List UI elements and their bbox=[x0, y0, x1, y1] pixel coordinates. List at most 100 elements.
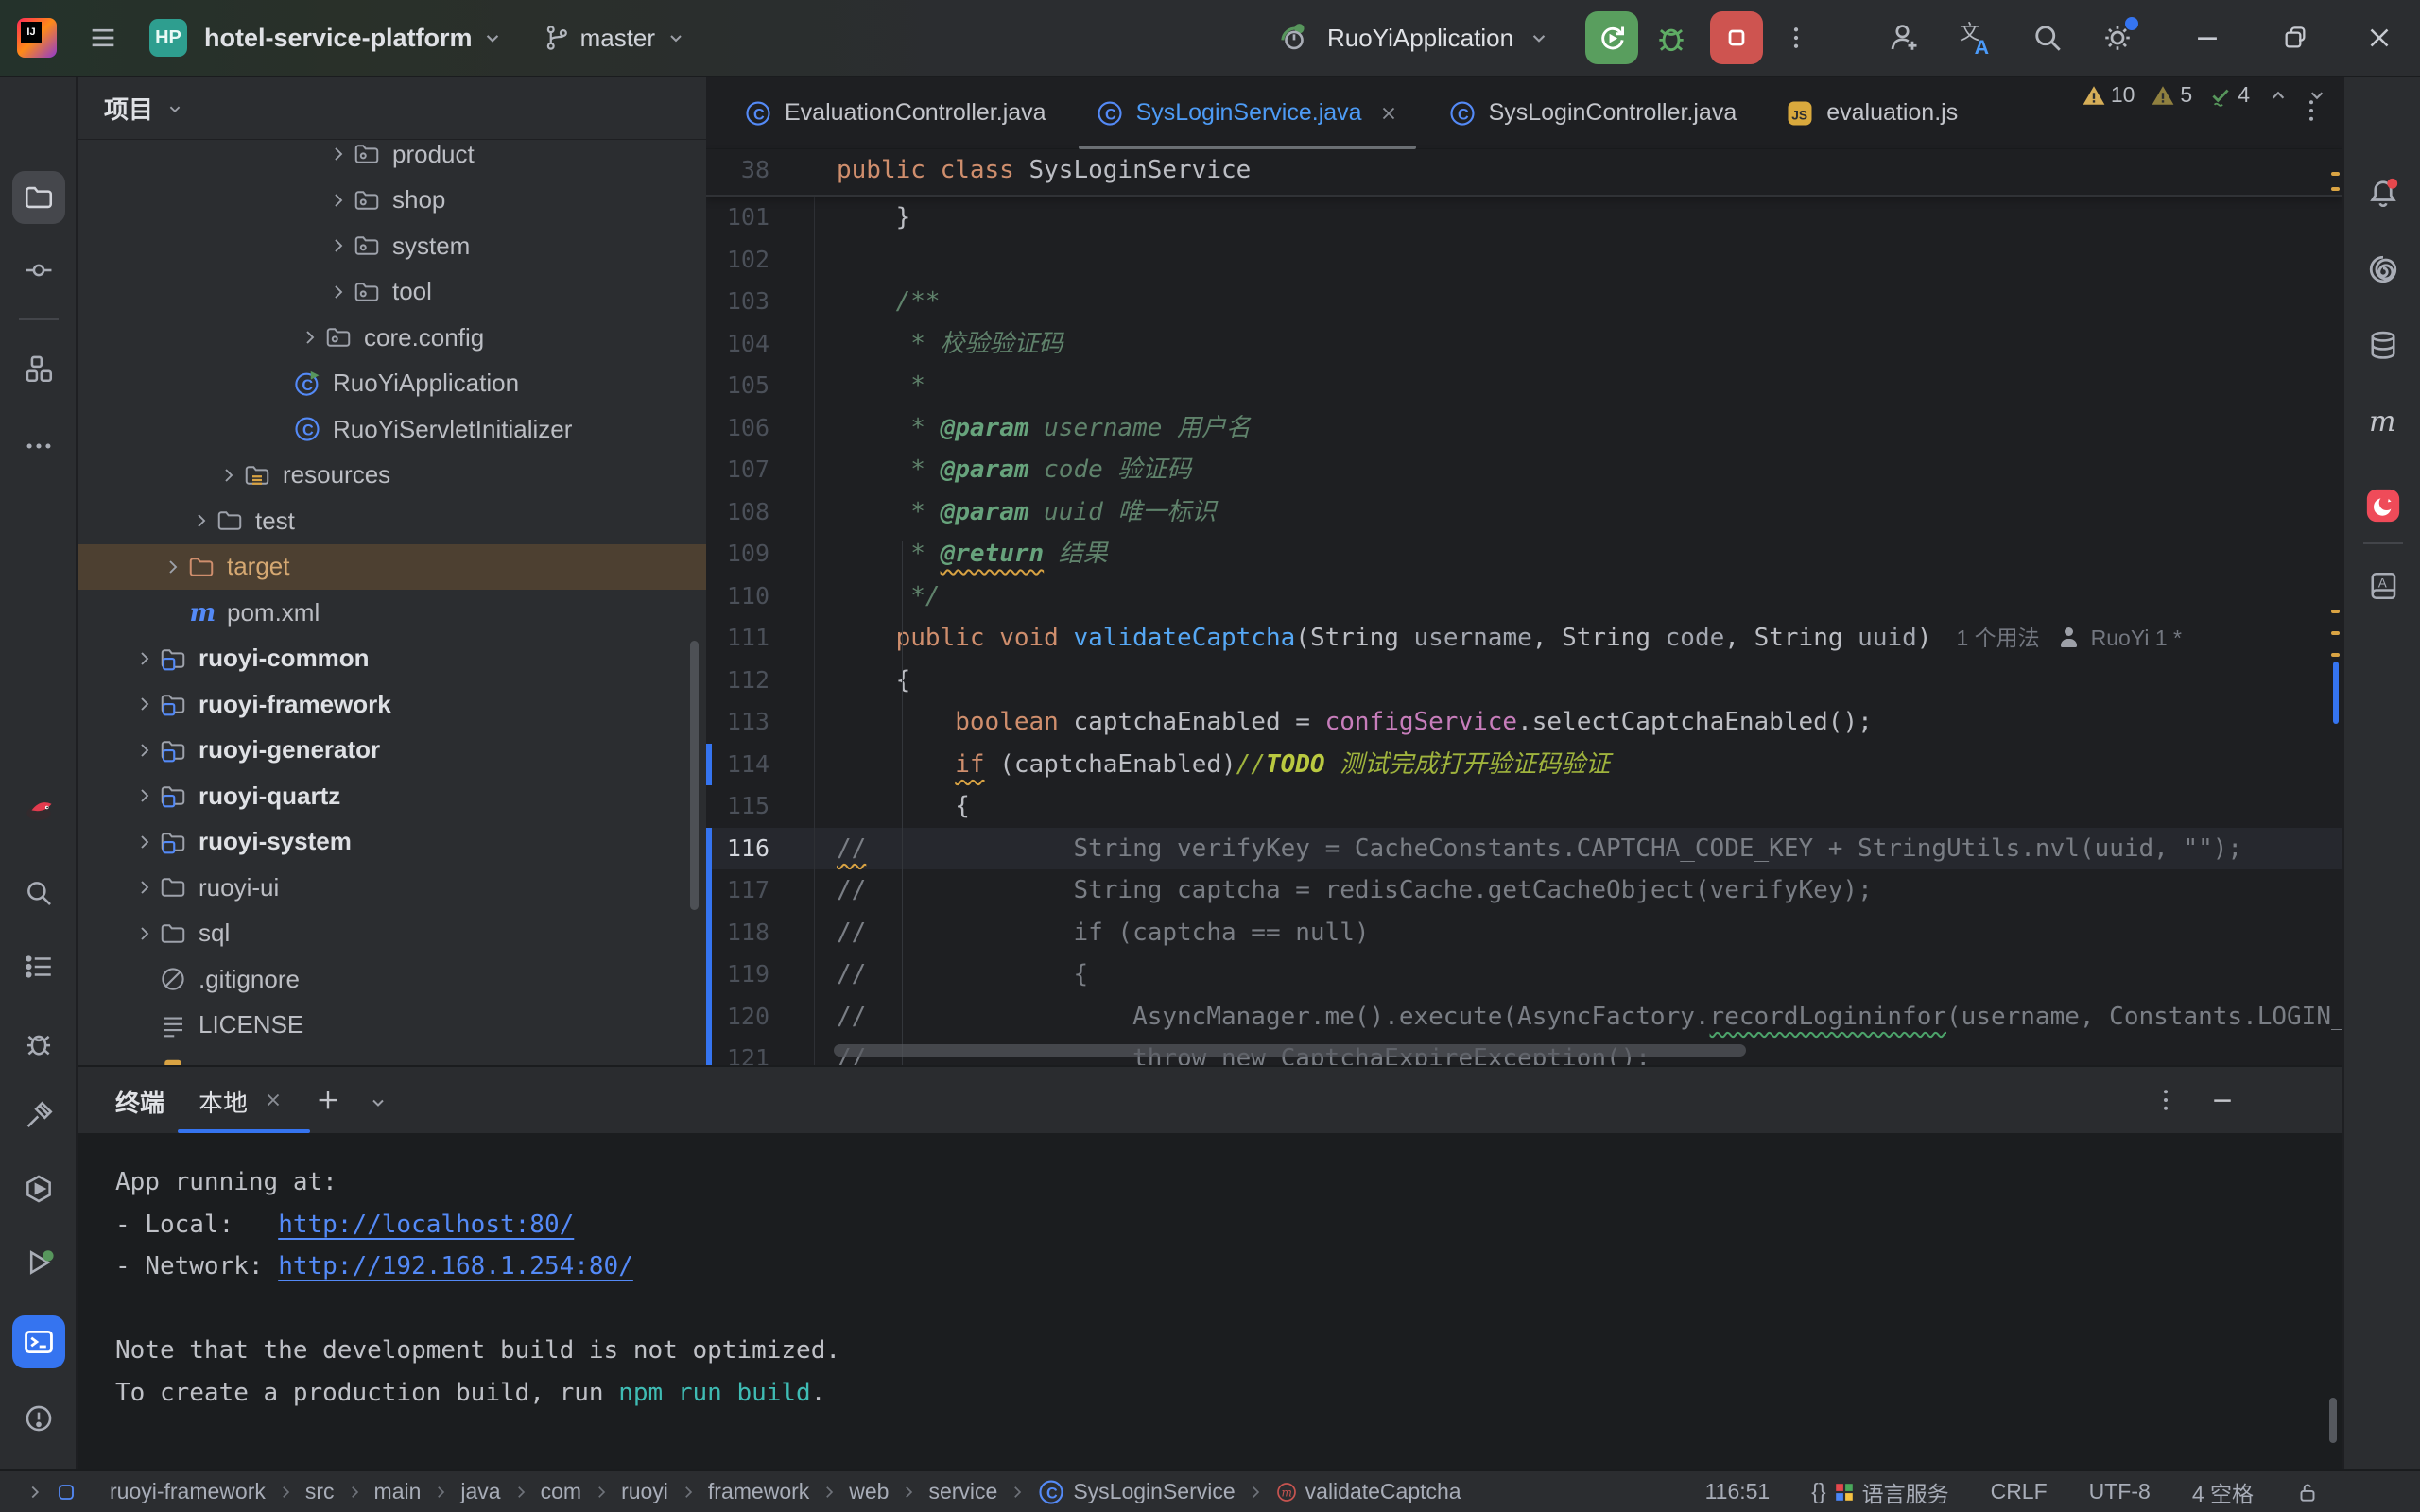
line-number[interactable]: 112 bbox=[706, 660, 769, 702]
line-number[interactable]: 105 bbox=[706, 365, 769, 407]
dictionary-button[interactable]: A bbox=[2357, 559, 2410, 612]
maven-button[interactable]: m bbox=[2357, 396, 2410, 449]
terminal-link[interactable]: http://localhost:80/ bbox=[278, 1211, 574, 1239]
code-line-111[interactable]: 111 public void validateCaptcha(String u… bbox=[706, 617, 2342, 660]
code-line-101[interactable]: 101 } bbox=[706, 197, 2342, 239]
tree-scrollbar[interactable] bbox=[690, 641, 699, 910]
build-tool-button[interactable] bbox=[12, 1089, 65, 1142]
tree-item-ruoyi-generator[interactable]: ruoyi-generator bbox=[78, 728, 706, 774]
code-line-107[interactable]: 107 * @param code 验证码 bbox=[706, 449, 2342, 491]
terminal-scrollbar[interactable] bbox=[2329, 1398, 2337, 1443]
editor-tab-SysLoginController.java[interactable]: CSysLoginController.java bbox=[1424, 77, 1762, 148]
breadcrumb-src[interactable]: src bbox=[305, 1479, 335, 1504]
code-line-108[interactable]: 108 * @param uuid 唯一标识 bbox=[706, 491, 2342, 534]
commit-tool-button[interactable] bbox=[12, 244, 65, 297]
tree-item-ruoyi-quartz[interactable]: ruoyi-quartz bbox=[78, 773, 706, 819]
project-tool-button[interactable] bbox=[12, 171, 65, 224]
tree-item-RuoYiServletInitializer[interactable]: CRuoYiServletInitializer bbox=[78, 406, 706, 453]
editor-tab-evaluation.js[interactable]: JSevaluation.js bbox=[1761, 77, 1982, 148]
project-widget[interactable]: hotel-service-platform bbox=[200, 24, 505, 53]
breadcrumb-SysLoginService[interactable]: CSysLoginService bbox=[1037, 1478, 1235, 1506]
tree-item-test[interactable]: test bbox=[78, 498, 706, 544]
search-everywhere-button[interactable] bbox=[2031, 21, 2065, 55]
line-number[interactable]: 117 bbox=[706, 869, 769, 912]
line-number[interactable]: 110 bbox=[706, 576, 769, 618]
editor-hscrollbar[interactable] bbox=[834, 1044, 1746, 1057]
more-tools-button[interactable] bbox=[12, 420, 65, 472]
code-line-117[interactable]: 117// String captcha = redisCache.getCac… bbox=[706, 869, 2342, 912]
restore-button[interactable] bbox=[2280, 23, 2310, 53]
terminal-title[interactable]: 终端 bbox=[115, 1084, 164, 1119]
tree-item-ruoyi-system[interactable]: ruoyi-system bbox=[78, 819, 706, 866]
new-terminal-button[interactable] bbox=[314, 1086, 342, 1114]
code-line-38[interactable]: 38public class SysLoginService bbox=[706, 149, 2342, 192]
line-number[interactable]: 111 bbox=[706, 617, 769, 660]
debug-tool-button[interactable] bbox=[12, 1017, 65, 1070]
line-number[interactable]: 102 bbox=[706, 239, 769, 282]
code-with-me-button[interactable] bbox=[1887, 21, 1921, 55]
code-line-110[interactable]: 110 */ bbox=[706, 576, 2342, 618]
prev-problem-icon[interactable] bbox=[2266, 83, 2290, 108]
terminal-hide-button[interactable] bbox=[2208, 1086, 2237, 1114]
database-button[interactable] bbox=[2357, 319, 2410, 372]
tab-close-icon[interactable] bbox=[1378, 103, 1399, 124]
tree-item-resources[interactable]: resources bbox=[78, 453, 706, 499]
line-number[interactable]: 101 bbox=[706, 197, 769, 239]
stop-button[interactable] bbox=[1710, 11, 1763, 64]
code-line-102[interactable]: 102 bbox=[706, 239, 2342, 282]
code-line-103[interactable]: 103 /** bbox=[706, 281, 2342, 323]
red-bird-plugin-button[interactable] bbox=[12, 782, 65, 835]
line-number[interactable]: 107 bbox=[706, 449, 769, 491]
terminal-dropdown-icon[interactable] bbox=[367, 1091, 389, 1114]
terminal-tool-button[interactable] bbox=[12, 1315, 65, 1368]
chevron-right-icon[interactable] bbox=[130, 876, 159, 899]
code-line-106[interactable]: 106 * @param username 用户名 bbox=[706, 407, 2342, 450]
debug-button[interactable] bbox=[1653, 20, 1689, 56]
breadcrumb-com[interactable]: com bbox=[541, 1479, 581, 1504]
settings-button[interactable] bbox=[2100, 21, 2135, 55]
line-ending-widget[interactable]: CRLF bbox=[1991, 1479, 2048, 1504]
line-number[interactable]: 114 bbox=[706, 744, 769, 786]
run-more-button[interactable] bbox=[1782, 24, 1810, 52]
code-area[interactable]: 101 }102103 /**104 * 校验验证码105 *106 * @pa… bbox=[706, 197, 2342, 1065]
line-number[interactable]: 113 bbox=[706, 701, 769, 744]
code-line-113[interactable]: 113 boolean captchaEnabled = configServi… bbox=[706, 701, 2342, 744]
tree-item-tool[interactable]: tool bbox=[78, 269, 706, 316]
code-line-120[interactable]: 120// AsyncManager.me().execute(AsyncFac… bbox=[706, 996, 2342, 1039]
tree-item-ruoyi-common[interactable]: ruoyi-common bbox=[78, 636, 706, 682]
tree-item-sql[interactable]: sql bbox=[78, 911, 706, 957]
project-panel-title[interactable]: 项目 bbox=[104, 91, 153, 126]
line-number[interactable]: 115 bbox=[706, 785, 769, 828]
sticky-line[interactable]: 38public class SysLoginService bbox=[706, 149, 2342, 197]
tree-item-product[interactable]: product bbox=[78, 142, 706, 178]
line-number[interactable]: 108 bbox=[706, 491, 769, 534]
breadcrumb-validateCaptcha[interactable]: mvalidateCaptcha bbox=[1275, 1479, 1461, 1504]
code-line-114[interactable]: 114 if (captchaEnabled)//TODO 测试完成打开验证码验… bbox=[706, 744, 2342, 786]
chevron-right-icon[interactable] bbox=[215, 464, 243, 487]
terminal-tab-close-icon[interactable] bbox=[263, 1090, 284, 1110]
red-app-plugin-button[interactable] bbox=[2357, 479, 2410, 532]
code-line-109[interactable]: 109 * @return 结果 bbox=[706, 533, 2342, 576]
main-menu-button[interactable] bbox=[87, 22, 119, 54]
chevron-right-icon[interactable] bbox=[130, 922, 159, 945]
editor-vscrollbar[interactable] bbox=[2333, 662, 2339, 724]
todo-tool-button[interactable] bbox=[12, 940, 65, 993]
code-line-104[interactable]: 104 * 校验验证码 bbox=[706, 323, 2342, 366]
tree-item-system[interactable]: system bbox=[78, 223, 706, 269]
breadcrumb-service[interactable]: service bbox=[928, 1479, 997, 1504]
breadcrumb-framework[interactable]: framework bbox=[708, 1479, 809, 1504]
chevron-right-icon[interactable] bbox=[324, 143, 353, 165]
line-number[interactable]: 106 bbox=[706, 407, 769, 450]
editor-tab-EvaluationController.java[interactable]: CEvaluationController.java bbox=[719, 77, 1071, 148]
chevron-right-icon[interactable] bbox=[296, 326, 324, 349]
line-number[interactable]: 121 bbox=[706, 1038, 769, 1065]
indent-widget[interactable]: 4 空格 bbox=[2192, 1476, 2254, 1508]
chevron-right-icon[interactable] bbox=[130, 784, 159, 807]
breadcrumb-ruoyi[interactable]: ruoyi bbox=[621, 1479, 668, 1504]
run-tool-button[interactable] bbox=[12, 1236, 65, 1289]
chevron-right-icon[interactable] bbox=[324, 189, 353, 212]
unlock-icon[interactable] bbox=[2295, 1480, 2320, 1504]
line-number[interactable]: 116 bbox=[706, 828, 769, 870]
terminal-options-button[interactable] bbox=[2152, 1086, 2180, 1114]
chevron-right-icon[interactable] bbox=[130, 739, 159, 762]
